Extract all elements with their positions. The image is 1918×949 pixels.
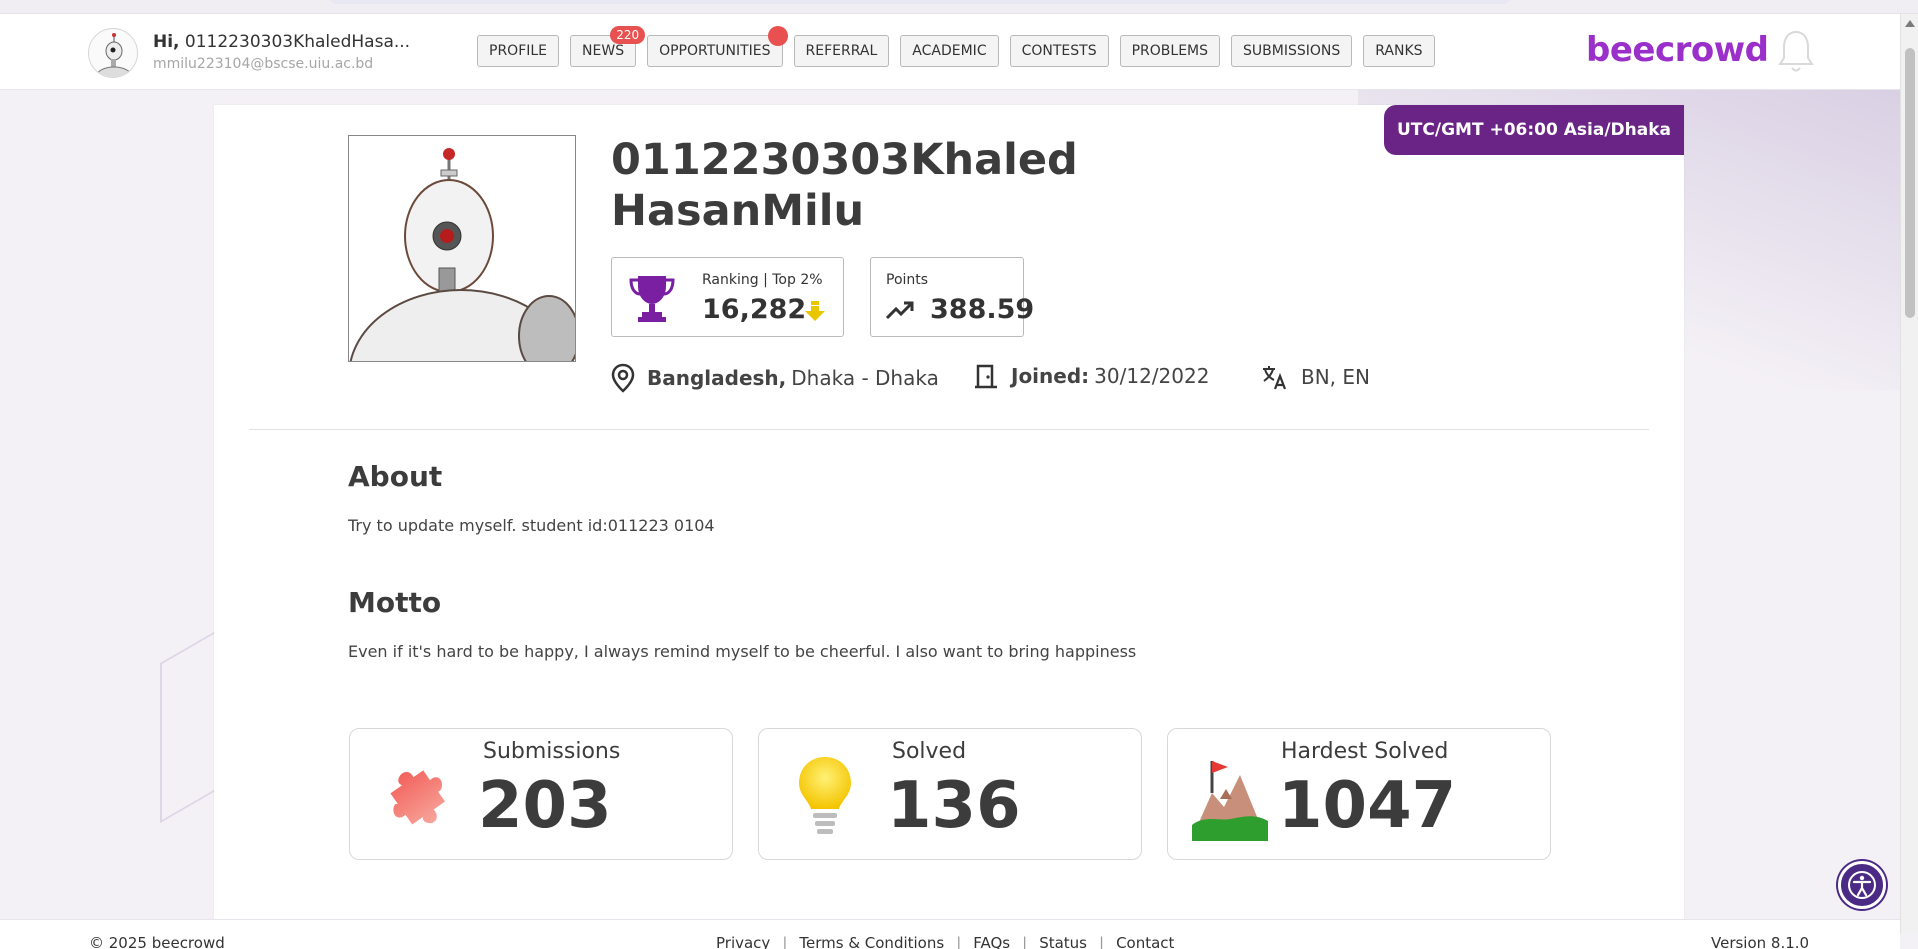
scrollbar-thumb[interactable] xyxy=(1905,48,1915,318)
page-scrollbar[interactable] xyxy=(1900,14,1918,934)
nav-label: ACADEMIC xyxy=(912,43,987,59)
nav-label: PROFILE xyxy=(489,43,548,59)
nav-label: RANKS xyxy=(1375,43,1423,59)
browser-top-strip xyxy=(0,0,1918,14)
nav-label: NEWS xyxy=(582,43,625,59)
lightbulb-icon xyxy=(785,755,865,841)
nav-opportunities[interactable]: OPPORTUNITIES xyxy=(647,26,788,67)
door-icon xyxy=(973,363,999,389)
arrow-down-icon xyxy=(804,300,826,326)
footer-separator: | xyxy=(1099,934,1105,949)
footer-link-status[interactable]: Status xyxy=(1039,934,1087,949)
name-line-1: 0112230303Khaled xyxy=(611,135,1078,185)
site-footer: © 2025 beecrowd Privacy | Terms & Condit… xyxy=(0,919,1900,949)
scroll-up-arrow-icon[interactable] xyxy=(1905,20,1915,27)
copyright: © 2025 beecrowd xyxy=(89,934,225,949)
solved-value: 136 xyxy=(887,769,1021,843)
notification-dot xyxy=(767,26,788,46)
footer-separator: | xyxy=(956,934,962,949)
points-box[interactable]: Points 388.59 xyxy=(870,257,1034,337)
city: Dhaka - Dhaka xyxy=(791,366,939,390)
accessibility-icon xyxy=(1848,871,1876,899)
about-title: About xyxy=(348,460,443,493)
points-value: 388.59 xyxy=(930,294,1035,325)
footer-links: Privacy | Terms & Conditions | FAQs | St… xyxy=(716,934,1174,949)
joined-date: 30/12/2022 xyxy=(1094,364,1210,388)
site-header: Hi, 0112230303KhaledHasa... mmilu223104@… xyxy=(0,14,1900,90)
country: Bangladesh, xyxy=(647,366,787,390)
bell-icon[interactable] xyxy=(1776,28,1816,76)
motto-text: Even if it's hard to be happy, I always … xyxy=(348,642,1137,661)
hardest-solved-counter[interactable]: Hardest Solved 1047 xyxy=(1167,728,1551,860)
nav-academic[interactable]: ACADEMIC xyxy=(900,35,999,67)
hardest-solved-value: 1047 xyxy=(1278,769,1457,843)
name-line-2: HasanMilu xyxy=(611,186,865,236)
footer-link-terms[interactable]: Terms & Conditions xyxy=(799,934,944,949)
languages: BN, EN xyxy=(1301,365,1370,389)
nav-label: SUBMISSIONS xyxy=(1243,43,1341,59)
profile-card: UTC/GMT +06:00 Asia/Dhaka 0112230303Khal… xyxy=(214,105,1684,920)
footer-separator: | xyxy=(1022,934,1028,949)
section-divider xyxy=(249,429,1649,430)
trophy-icon xyxy=(628,272,676,328)
nav-label: OPPORTUNITIES xyxy=(659,43,771,59)
greeting-username: 0112230303KhaledHasa... xyxy=(184,32,411,52)
footer-link-contact[interactable]: Contact xyxy=(1116,934,1174,949)
footer-link-faqs[interactable]: FAQs xyxy=(973,934,1010,949)
ranking-label: Ranking | Top 2% xyxy=(702,272,823,288)
nav-referral[interactable]: REFERRAL xyxy=(793,35,890,67)
nav-problems[interactable]: PROBLEMS xyxy=(1119,35,1220,67)
solved-label: Solved xyxy=(892,739,967,764)
ranking-box[interactable]: Ranking | Top 2% 16,282 xyxy=(611,257,844,337)
hardest-solved-label: Hardest Solved xyxy=(1281,739,1449,764)
nav-news[interactable]: NEWS 220 xyxy=(570,26,646,67)
languages-info: BN, EN xyxy=(1261,363,1370,391)
puzzle-icon xyxy=(376,755,456,841)
nav-submissions[interactable]: SUBMISSIONS xyxy=(1231,35,1353,67)
footer-link-privacy[interactable]: Privacy xyxy=(716,934,770,949)
profile-name: 0112230303Khaled HasanMilu xyxy=(611,135,1131,237)
nav-label: CONTESTS xyxy=(1021,43,1097,59)
nav-contests[interactable]: CONTESTS xyxy=(1009,35,1109,67)
news-badge: 220 xyxy=(610,26,646,44)
footer-separator: | xyxy=(782,934,788,949)
nav-profile[interactable]: PROFILE xyxy=(477,35,560,67)
user-greeting: Hi, 0112230303KhaledHasa... xyxy=(153,32,410,52)
user-email: mmilu223104@bscse.uiu.ac.bd xyxy=(153,56,374,72)
submissions-label: Submissions xyxy=(483,739,621,764)
nav-label: REFERRAL xyxy=(805,43,878,59)
profile-avatar xyxy=(348,135,576,362)
ranking-value: 16,282 xyxy=(702,294,807,325)
main-nav: PROFILE NEWS 220 OPPORTUNITIES REFERRAL A… xyxy=(477,26,1435,67)
location-pin-icon xyxy=(611,363,635,393)
beecrowd-logo[interactable]: beecrowd xyxy=(1586,30,1769,70)
accessibility-button[interactable] xyxy=(1838,861,1886,909)
nav-ranks[interactable]: RANKS xyxy=(1363,35,1435,67)
joined-info: Joined: 30/12/2022 xyxy=(973,363,1209,389)
mountain-flag-icon xyxy=(1190,755,1270,841)
motto-title: Motto xyxy=(348,586,442,619)
nav-label: PROBLEMS xyxy=(1131,43,1208,59)
solved-counter[interactable]: Solved 136 xyxy=(758,728,1142,860)
submissions-counter[interactable]: Submissions 203 xyxy=(349,728,733,860)
submissions-value: 203 xyxy=(478,769,612,843)
greeting-prefix: Hi, xyxy=(153,32,180,52)
trending-up-icon xyxy=(885,300,915,326)
timezone-badge: UTC/GMT +06:00 Asia/Dhaka xyxy=(1384,105,1684,155)
about-text: Try to update myself. student id:011223 … xyxy=(348,516,715,535)
user-avatar[interactable] xyxy=(88,28,138,78)
translate-icon xyxy=(1261,363,1289,391)
version-text: Version 8.1.0 xyxy=(1711,934,1810,949)
points-label: Points xyxy=(886,272,929,288)
location-info: Bangladesh, Dhaka - Dhaka xyxy=(611,363,939,393)
joined-label: Joined: xyxy=(1011,364,1090,388)
